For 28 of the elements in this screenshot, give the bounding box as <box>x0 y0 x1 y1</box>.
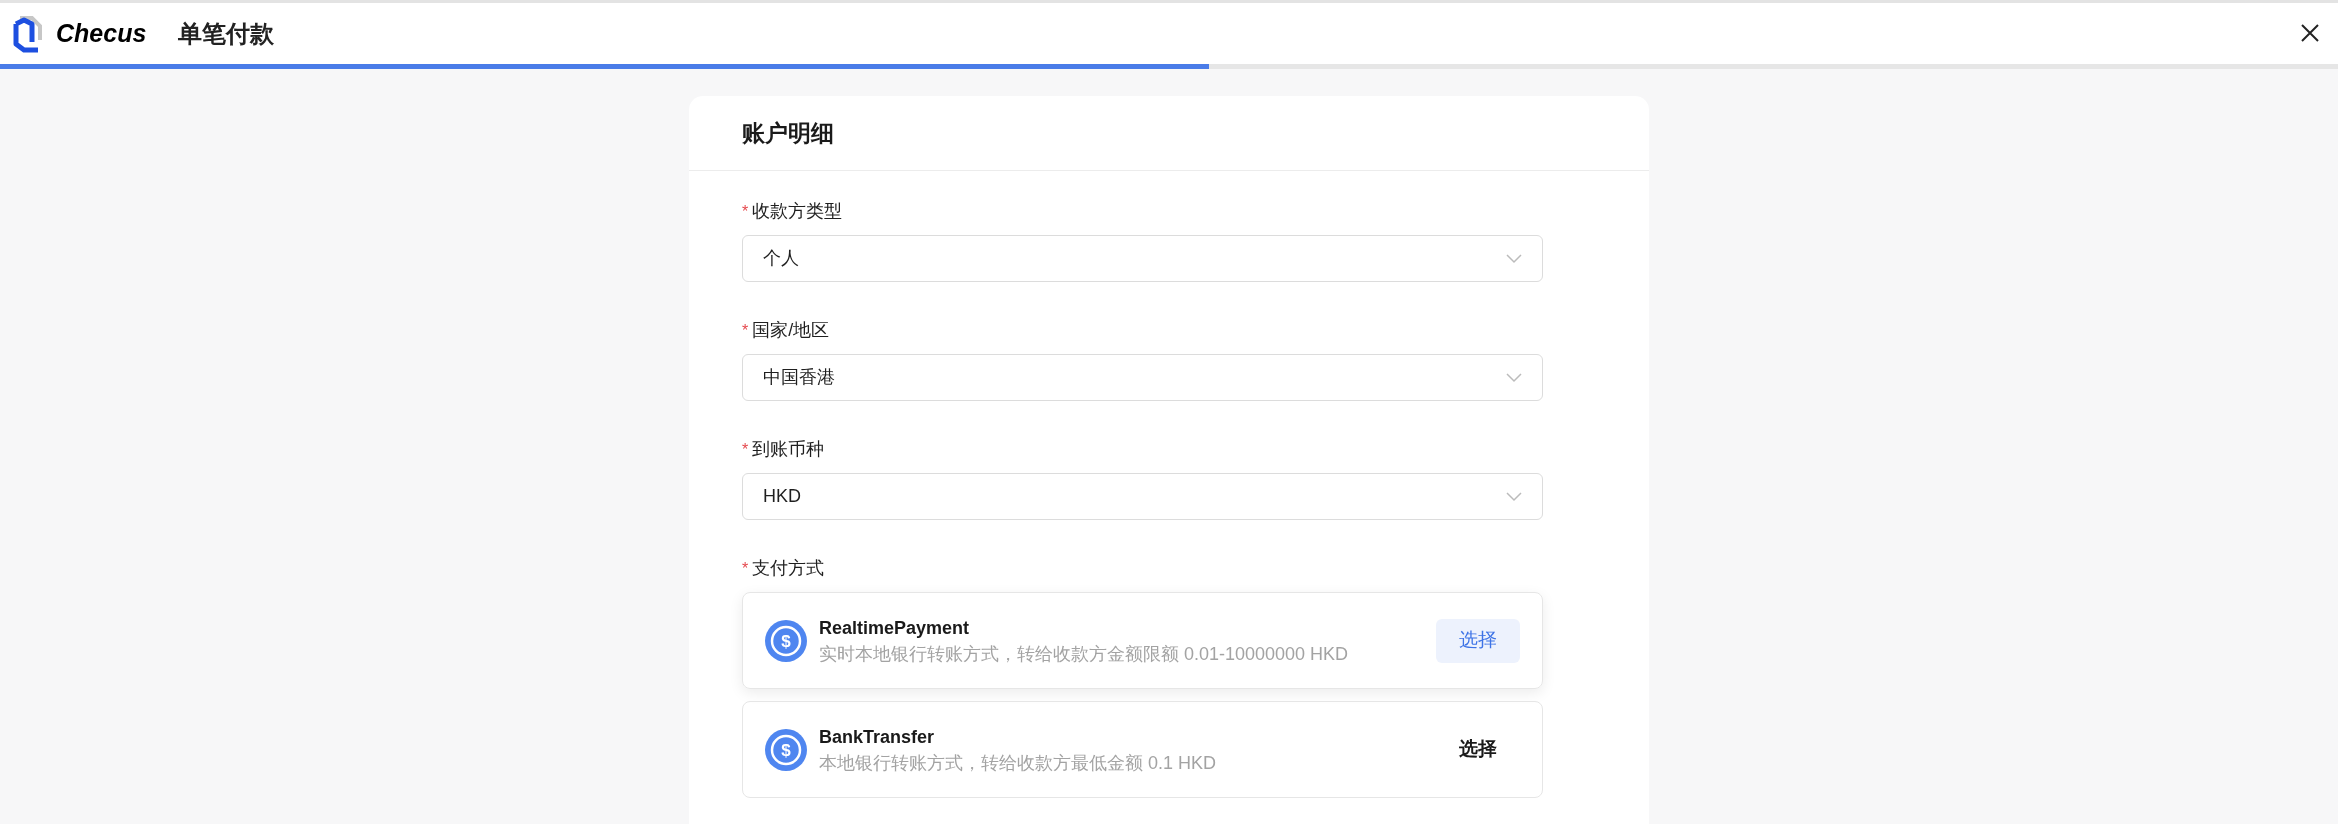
required-mark: * <box>742 201 749 222</box>
field-label: 国家/地区 <box>752 319 830 342</box>
dollar-coin-icon: $ <box>765 728 807 771</box>
payment-option-card[interactable]: $ RealtimePayment 实时本地银行转账方式，转给收款方金额限额 0.01-10000000 HKD 选择 <box>742 592 1543 689</box>
page-title: 单笔付款 <box>178 18 275 49</box>
field-label: 支付方式 <box>752 557 825 580</box>
required-mark: * <box>742 320 749 341</box>
chevron-down-icon <box>1506 253 1522 264</box>
logo-text: Checus <box>56 17 147 49</box>
field-label: 收款方类型 <box>752 200 843 223</box>
payment-option-card[interactable]: $ BankTransfer 本地银行转账方式，转给收款方最低金额 0.1 HKD 选择 <box>742 701 1543 798</box>
required-mark: * <box>742 558 749 579</box>
method-name: BankTransfer <box>819 725 936 749</box>
select-button[interactable]: 选择 <box>1436 618 1520 663</box>
required-mark: * <box>742 439 749 460</box>
dollar-coin-icon: $ <box>765 619 807 662</box>
chevron-down-icon <box>1506 491 1522 502</box>
select-field[interactable]: HKD <box>742 473 1543 520</box>
card-title: 账户明细 <box>742 118 834 148</box>
close-icon <box>2300 23 2320 43</box>
method-name: RealtimePayment <box>819 616 971 640</box>
chevron-down-icon <box>1506 372 1522 383</box>
select-button[interactable]: 选择 <box>1436 727 1520 772</box>
method-description: 实时本地银行转账方式，转给收款方金额限额 0.01-10000000 HKD <box>819 642 1350 666</box>
select-field[interactable]: 中国香港 <box>742 354 1543 401</box>
field-label: 到账币种 <box>752 438 825 461</box>
method-description: 本地银行转账方式，转给收款方最低金额 0.1 HKD <box>819 751 1218 775</box>
select-field[interactable]: 个人 <box>742 235 1543 282</box>
